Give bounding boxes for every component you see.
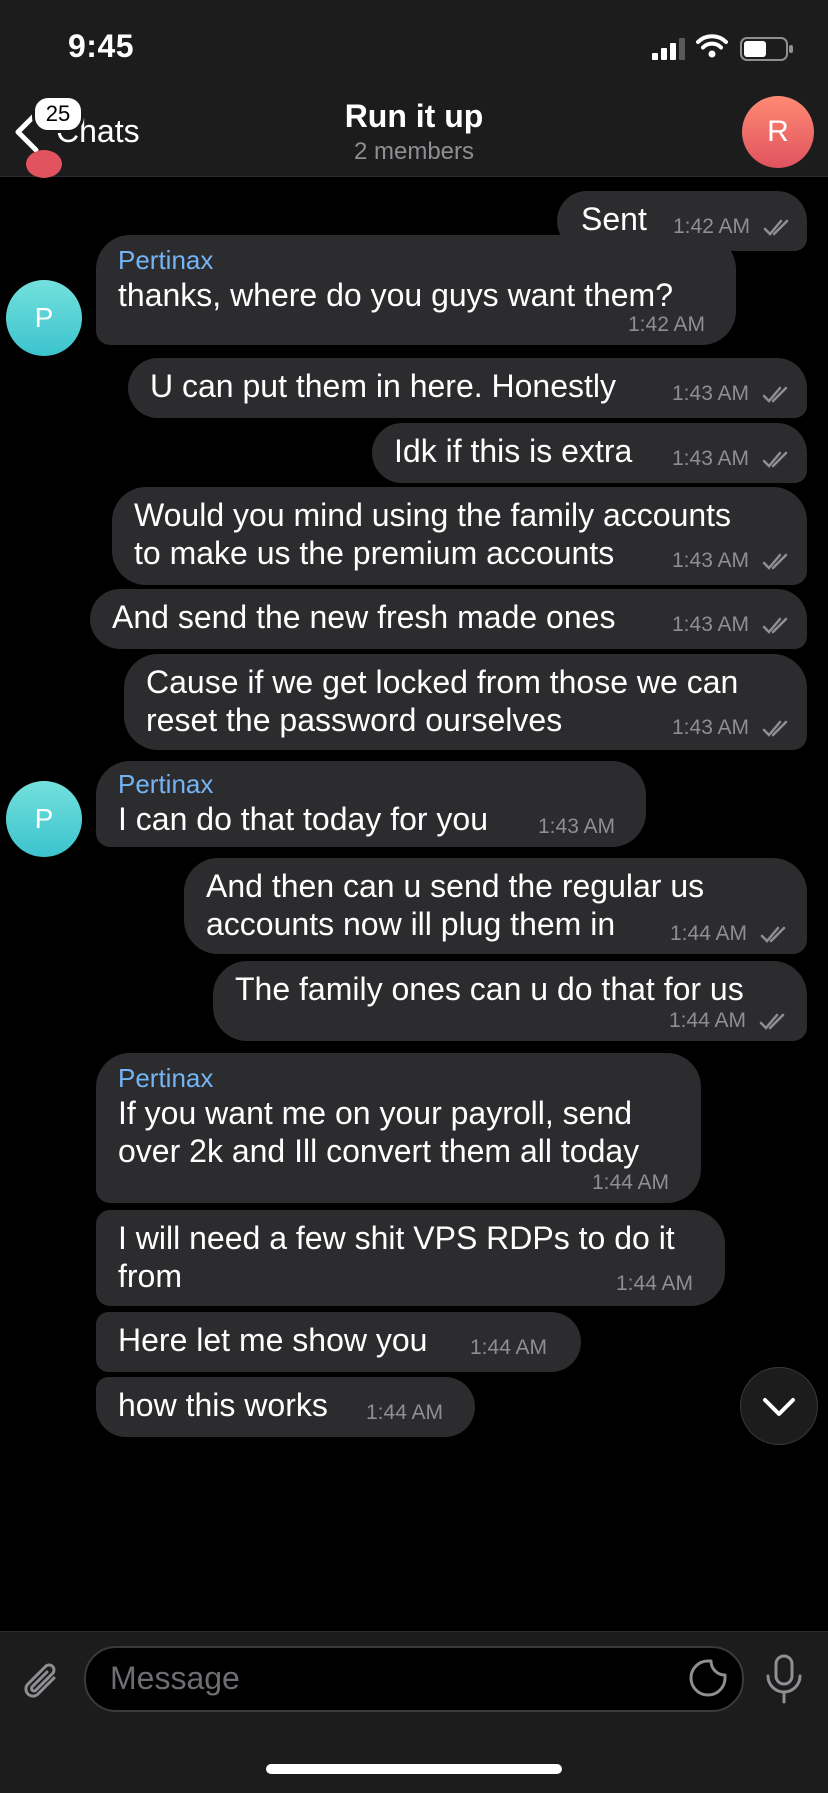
- message-time: 1:44 AM: [366, 1401, 444, 1424]
- sender-name[interactable]: Pertinax: [118, 769, 213, 800]
- message-time: 1:44 AM: [616, 1272, 694, 1295]
- message-time: 1:44 AM: [470, 1336, 548, 1359]
- message-list[interactable]: Sent 1:42 AM Pertinax thanks, where do y…: [0, 177, 828, 1631]
- status-bar: 9:45: [0, 0, 828, 88]
- message-text: Idk if this is extra: [394, 433, 633, 469]
- message-bubble[interactable]: Pertinax thanks, where do you guys want …: [96, 235, 736, 345]
- double-check-icon: [763, 219, 789, 236]
- double-check-icon: [762, 386, 788, 403]
- message-bubble[interactable]: Would you mind using the family accounts…: [112, 487, 807, 585]
- message-text: Here let me show you: [118, 1322, 428, 1358]
- message-bubble[interactable]: The family ones can u do that for us 1:4…: [213, 961, 807, 1041]
- sender-name[interactable]: Pertinax: [118, 245, 213, 276]
- message-text: I can do that today for you: [118, 801, 489, 837]
- message-text: The family ones can u do that for us: [235, 971, 744, 1007]
- double-check-icon: [762, 720, 788, 737]
- message-text-line: to make us the premium accounts: [134, 535, 615, 571]
- status-time: 9:45: [68, 28, 135, 64]
- message-bubble[interactable]: how this works 1:44 AM: [96, 1377, 475, 1437]
- message-bubble[interactable]: And send the new fresh made ones 1:43 AM: [90, 589, 807, 649]
- group-avatar[interactable]: R: [742, 96, 814, 168]
- message-text-line: reset the password ourselves: [146, 702, 563, 738]
- message-input[interactable]: Message: [84, 1646, 744, 1712]
- message-time: 1:42 AM: [628, 313, 706, 336]
- double-check-icon: [762, 617, 788, 634]
- message-bubble[interactable]: And then can u send the regular us accou…: [184, 858, 807, 954]
- message-time: 1:43 AM: [672, 382, 750, 405]
- message-placeholder: Message: [110, 1660, 240, 1696]
- double-check-icon: [762, 553, 788, 570]
- message-bubble[interactable]: Here let me show you 1:44 AM: [96, 1312, 581, 1372]
- battery-icon: [740, 37, 793, 61]
- sender-avatar[interactable]: P: [6, 280, 82, 356]
- message-bubble[interactable]: Pertinax If you want me on your payroll,…: [96, 1053, 701, 1203]
- chat-title[interactable]: Run it up: [0, 98, 828, 135]
- wifi-icon: [696, 34, 728, 58]
- message-bubble[interactable]: Idk if this is extra 1:43 AM: [372, 423, 807, 483]
- message-time: 1:43 AM: [538, 815, 616, 838]
- message-bubble[interactable]: I will need a few shit VPS RDPs to do it…: [96, 1210, 725, 1306]
- double-check-icon: [760, 926, 786, 943]
- scroll-down-icon: [763, 1398, 795, 1416]
- message-text: how this works: [118, 1387, 328, 1423]
- message-time: 1:44 AM: [669, 1009, 747, 1032]
- message-time: 1:43 AM: [672, 549, 750, 572]
- message-time: 1:44 AM: [670, 922, 748, 945]
- message-time: 1:43 AM: [672, 613, 750, 636]
- message-bubble[interactable]: U can put them in here. Honestly 1:43 AM: [128, 358, 807, 418]
- message-bubble[interactable]: Cause if we get locked from those we can…: [124, 654, 807, 750]
- message-text-line: from: [118, 1258, 182, 1294]
- double-check-icon: [762, 451, 788, 468]
- chat-header: Chats 25 Run it up 2 members R: [0, 88, 828, 177]
- scroll-down-button[interactable]: [740, 1367, 818, 1445]
- home-indicator[interactable]: [266, 1764, 562, 1774]
- message-time: 1:43 AM: [672, 447, 750, 470]
- sender-name[interactable]: Pertinax: [118, 1063, 213, 1094]
- sticker-icon[interactable]: [688, 1658, 728, 1698]
- message-text: And send the new fresh made ones: [112, 599, 616, 635]
- message-text-line: I will need a few shit VPS RDPs to do it: [118, 1220, 675, 1256]
- previous-avatar-peek: [26, 150, 62, 178]
- attach-icon[interactable]: [20, 1658, 64, 1706]
- chat-subtitle: 2 members: [353, 138, 475, 165]
- message-text: U can put them in here. Honestly: [150, 368, 617, 404]
- signal-icon: [652, 38, 685, 60]
- message-text-line: accounts now ill plug them in: [206, 906, 616, 942]
- message-text-line: over 2k and Ill convert them all today: [118, 1133, 640, 1169]
- message-text: thanks, where do you guys want them?: [118, 277, 673, 313]
- double-check-icon: [759, 1013, 785, 1030]
- message-bubble[interactable]: Pertinax I can do that today for you 1:4…: [96, 761, 646, 847]
- microphone-icon[interactable]: [764, 1654, 804, 1706]
- message-time: 1:43 AM: [672, 716, 750, 739]
- message-time: 1:44 AM: [592, 1171, 670, 1194]
- sender-avatar[interactable]: P: [6, 781, 82, 857]
